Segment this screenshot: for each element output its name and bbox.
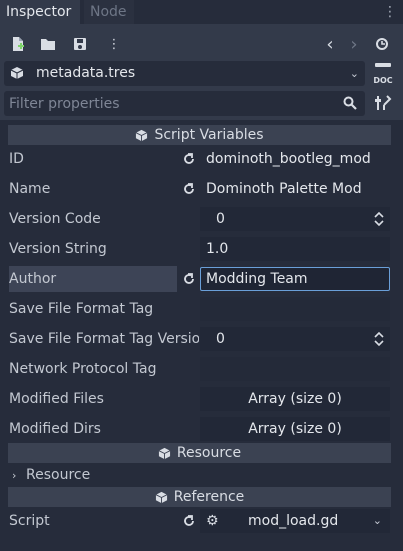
section-title: Resource (176, 445, 242, 461)
save-file-format-tag-version-spinbox[interactable]: 0 (200, 327, 390, 351)
prop-name: Name Dominoth Palette Mod (8, 176, 391, 202)
modified-files-array-button[interactable]: Array (size 0) (200, 387, 390, 411)
open-folder-icon[interactable] (38, 34, 58, 54)
resource-subgroup[interactable]: › Resource (8, 462, 391, 488)
prop-label: Script (9, 513, 50, 529)
resource-cube-icon (10, 67, 24, 79)
filter-field (4, 91, 365, 116)
cube-icon (155, 491, 168, 503)
prop-version-string: Version String 1.0 (8, 236, 391, 262)
network-protocol-tag-field[interactable] (200, 357, 390, 381)
new-resource-icon[interactable] (8, 34, 28, 54)
script-resource-picker[interactable]: ⚙ mod_load.gd ⌄ (200, 509, 390, 533)
dock-tab-bar: Inspector Node ⋮ (0, 0, 403, 24)
tab-node[interactable]: Node (84, 0, 134, 24)
prop-label: Name (9, 181, 51, 197)
name-field[interactable]: Dominoth Palette Mod (200, 177, 390, 201)
doc-label: DOC (373, 76, 393, 85)
section-script-variables[interactable]: Script Variables (8, 125, 391, 145)
subgroup-label: Resource (26, 467, 91, 483)
prop-save-file-format-tag-version: Save File Format Tag Versio 0 (8, 326, 391, 352)
doc-icon[interactable]: DOC (372, 62, 394, 85)
inspector-toolbar: ⋮ ‹ › (0, 30, 403, 58)
modified-dirs-array-button[interactable]: Array (size 0) (200, 417, 390, 441)
dock-menu-icon[interactable]: ⋮ (383, 0, 397, 24)
updown-icon[interactable] (374, 331, 384, 347)
chevron-down-icon[interactable]: ⌄ (373, 509, 382, 533)
prop-modified-dirs: Modified Dirs Array (size 0) (8, 416, 391, 442)
prop-label: Author (9, 266, 177, 292)
tab-inspector[interactable]: Inspector (0, 0, 80, 24)
revert-icon[interactable] (181, 151, 197, 167)
prop-label: ID (9, 151, 24, 167)
gear-icon: ⚙ (206, 513, 219, 529)
resource-selector[interactable]: metadata.tres ⌄ (4, 61, 365, 86)
chevron-right-icon: › (12, 469, 17, 482)
prop-network-protocol-tag: Network Protocol Tag (8, 356, 391, 382)
prop-label: Version String (9, 241, 107, 257)
prop-version-code: Version Code 0 (8, 206, 391, 232)
prop-id: ID dominoth_bootleg_mod (8, 146, 391, 172)
filter-properties-input[interactable] (4, 91, 334, 116)
prop-label: Save File Format Tag Versio (9, 331, 199, 347)
prop-label: Modified Files (9, 391, 104, 407)
updown-icon[interactable] (374, 211, 384, 227)
prop-author: Author Modding Team (8, 266, 391, 292)
section-reference[interactable]: Reference (8, 487, 391, 507)
history-back-icon[interactable]: ‹ (320, 34, 340, 55)
chevron-down-icon: ⌄ (349, 67, 359, 80)
prop-save-file-format-tag: Save File Format Tag (8, 296, 391, 322)
history-icon[interactable] (372, 34, 392, 54)
prop-label: Version Code (9, 211, 101, 227)
save-file-format-tag-field[interactable] (200, 297, 390, 321)
spinbox-value: 0 (216, 211, 225, 227)
prop-label: Modified Dirs (9, 421, 101, 437)
save-icon[interactable] (70, 34, 90, 54)
cube-icon (136, 129, 148, 141)
prop-label: Network Protocol Tag (9, 361, 157, 377)
author-field[interactable]: Modding Team (200, 267, 390, 291)
history-forward-icon[interactable]: › (344, 34, 364, 55)
prop-modified-files: Modified Files Array (size 0) (8, 386, 391, 412)
revert-icon[interactable] (181, 513, 197, 529)
tools-icon[interactable] (372, 92, 394, 114)
prop-script: Script ⚙ mod_load.gd ⌄ (8, 508, 391, 534)
kebab-menu-icon[interactable]: ⋮ (104, 34, 124, 54)
resource-name: metadata.tres (36, 65, 136, 81)
cube-icon (158, 447, 171, 459)
version-code-spinbox[interactable]: 0 (200, 207, 390, 231)
spinbox-value: 0 (216, 331, 225, 347)
version-string-field[interactable]: 1.0 (200, 237, 390, 261)
script-filename: mod_load.gd (248, 513, 339, 529)
search-icon[interactable] (343, 96, 357, 110)
section-title: Reference (173, 489, 245, 505)
id-field[interactable]: dominoth_bootleg_mod (200, 147, 390, 171)
section-resource[interactable]: Resource (8, 443, 391, 463)
revert-icon[interactable] (181, 181, 197, 197)
revert-icon[interactable] (181, 271, 197, 287)
prop-label: Save File Format Tag (9, 301, 154, 317)
section-title: Script Variables (154, 127, 264, 143)
